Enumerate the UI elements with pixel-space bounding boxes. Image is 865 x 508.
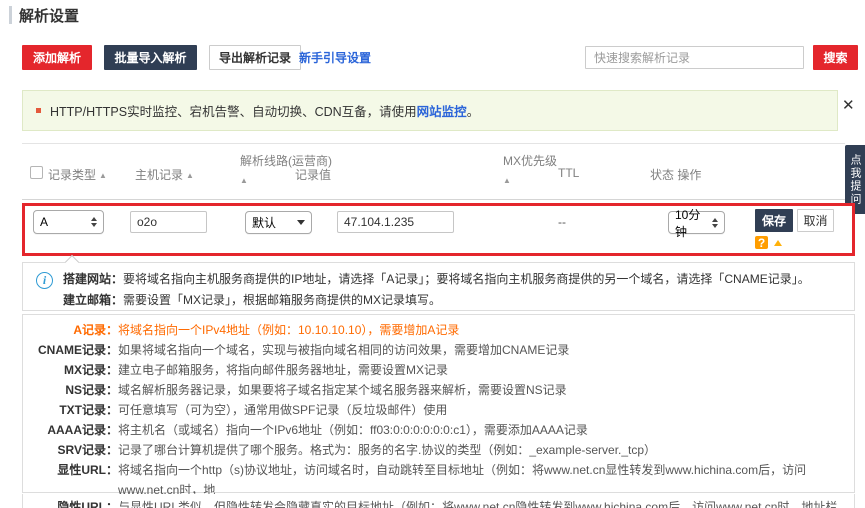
select-all-checkbox[interactable]: [30, 166, 43, 179]
dns-settings-page: 解析设置 添加解析 批量导入解析 导出解析记录 新手引导设置 搜索 HTTP/H…: [0, 0, 865, 508]
cancel-button[interactable]: 取消: [797, 209, 834, 232]
sort-asc-icon[interactable]: ▲: [503, 176, 557, 185]
host-record-input[interactable]: [130, 211, 207, 233]
select-stepper-icon: [91, 217, 97, 227]
info-line-website: 搭建网站：要将域名指向主机服务商提供的IP地址，请选择「A记录」；要将域名指向主…: [63, 272, 810, 286]
column-header-value: 记录值: [295, 168, 332, 182]
ttl-select[interactable]: 10分钟: [668, 208, 725, 239]
record-value-input[interactable]: [337, 211, 454, 233]
notice-text: HTTP/HTTPS实时监控、宕机告警、自动切换、CDN互备，请使用: [50, 105, 417, 119]
column-header-ttl: TTL: [558, 166, 580, 180]
setup-info-panel: i 搭建网站：要将域名指向主机服务商提供的IP地址，请选择「A记录」；要将域名指…: [22, 254, 855, 311]
explanation-row-srv: SRV记录： 记录了哪台计算机提供了哪个服务。格式为：服务的名字.协议的类型（例…: [57, 443, 657, 457]
sort-asc-icon[interactable]: ▲: [99, 171, 107, 180]
explanation-row-implicit-url-section: 隐性URL： 与显性URL类似，但隐性转发会隐藏真实的目标地址（例如：将www.…: [22, 494, 855, 508]
ttl-value: 10分钟: [675, 207, 701, 239]
title-accent-bar: [9, 6, 12, 24]
explanation-row-implicit-url: 隐性URL： 与显性URL类似，但隐性转发会隐藏真实的目标地址（例如：将www.…: [57, 500, 838, 508]
bullet-icon: [36, 108, 41, 113]
info-icon: i: [36, 272, 53, 289]
notice-suffix: 。: [466, 105, 480, 119]
mx-priority-value: --: [558, 215, 566, 229]
explanation-row-aaaa: AAAA记录： 将主机名（或域名）指向一个IPv6地址（例如：ff03:0:0:…: [47, 423, 588, 437]
explanation-row-txt: TXT记录： 可任意填写（可为空），通常用做SPF记录（反垃圾邮件）使用: [59, 403, 448, 417]
host-record-field: [130, 211, 207, 233]
close-icon[interactable]: ✕: [842, 96, 855, 114]
caret-up-icon: [774, 240, 782, 246]
add-record-button[interactable]: 添加解析: [22, 45, 92, 70]
column-header-mx-priority[interactable]: MX优先级 ▲: [503, 152, 557, 185]
page-title: 解析设置: [19, 8, 80, 25]
help-icon[interactable]: ?: [755, 236, 768, 250]
column-header-record-type[interactable]: 记录类型 ▲: [48, 166, 107, 183]
record-type-explanations: A记录： 将域名指向一个IPv4地址（例如：10.10.10.10），需要增加A…: [22, 314, 855, 508]
record-value-field: [337, 211, 454, 233]
explanation-row-mx: MX记录： 建立电子邮箱服务，将指向邮件服务器地址，需要设置MX记录: [63, 363, 449, 377]
save-button[interactable]: 保存: [755, 209, 793, 232]
resolution-line-value: 默认: [252, 216, 277, 230]
table-header-divider: [22, 199, 845, 200]
explanation-row-cname: CNAME记录： 如果将域名指向一个域名，实现与被指向域名相同的访问效果，需要增…: [38, 343, 570, 357]
search-input[interactable]: [585, 46, 804, 69]
chevron-down-icon: [297, 220, 305, 225]
record-edit-row: A 默认 -- 10分钟 保存 取消 ?: [22, 203, 855, 256]
explanation-row-ns: NS记录： 域名解析服务器记录，如果要将子域名指定某个域名服务器来解析，需要设置…: [65, 383, 567, 397]
export-records-button[interactable]: 导出解析记录: [209, 45, 301, 70]
panel-caret-icon: [64, 254, 80, 270]
record-type-select[interactable]: A: [33, 210, 104, 234]
site-monitor-link[interactable]: 网站监控: [417, 101, 467, 120]
select-stepper-icon: [712, 217, 718, 228]
info-line-mailbox: 建立邮箱：需要设置「MX记录」，根据邮箱服务商提供的MX记录填写。: [63, 293, 442, 307]
explanation-row-a: A记录： 将域名指向一个IPv4地址（例如：10.10.10.10），需要增加A…: [73, 323, 460, 337]
monitoring-notice-banner: HTTP/HTTPS实时监控、宕机告警、自动切换、CDN互备，请使用 网站监控。: [22, 90, 838, 131]
record-type-value: A: [40, 215, 49, 229]
column-header-host[interactable]: 主机记录 ▲: [135, 166, 194, 183]
resolution-line-select[interactable]: 默认: [245, 211, 312, 234]
search-button[interactable]: 搜索: [813, 45, 858, 70]
column-header-status-action: 状态 操作: [650, 168, 702, 182]
beginner-guide-link[interactable]: 新手引导设置: [297, 45, 373, 70]
batch-import-button[interactable]: 批量导入解析: [104, 45, 197, 70]
table-top-divider: [22, 143, 845, 144]
sort-asc-icon[interactable]: ▲: [186, 171, 194, 180]
